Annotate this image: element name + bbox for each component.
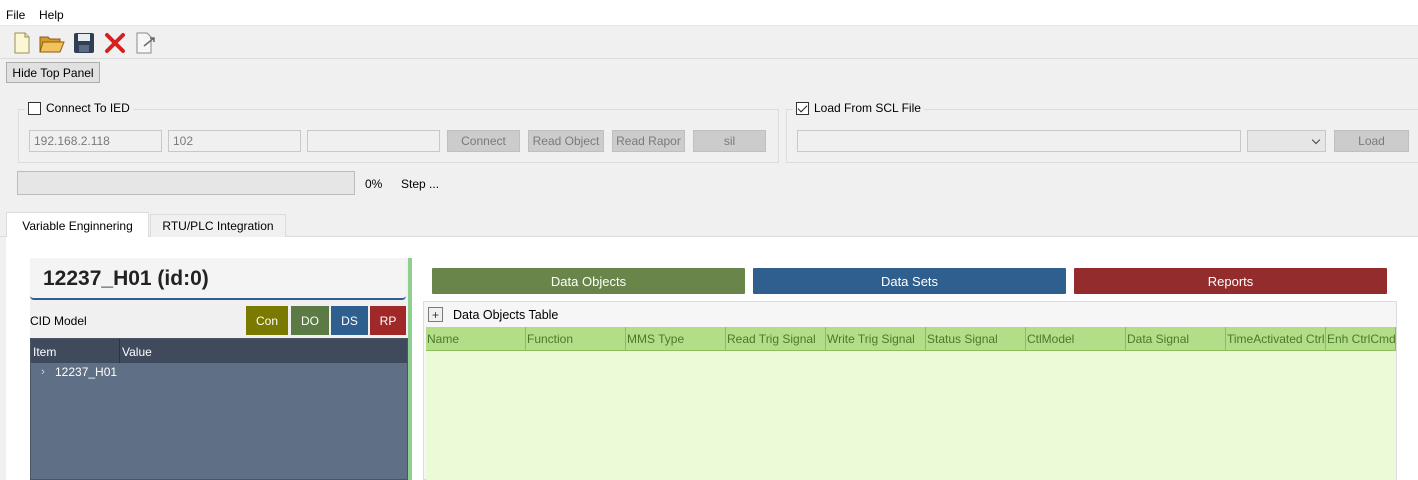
column-header[interactable]: Status Signal <box>926 327 1026 351</box>
progress-step: Step ... <box>401 177 440 191</box>
scl-path-input[interactable] <box>797 130 1241 152</box>
column-header[interactable]: Read Trig Signal <box>726 327 826 351</box>
new-file-icon[interactable] <box>9 30 35 56</box>
ip-address-input[interactable] <box>29 130 162 152</box>
toolbar <box>0 27 1418 59</box>
connect-title: Connect To IED <box>25 101 133 115</box>
data-objects-button[interactable]: Data Objects <box>432 268 745 294</box>
column-header[interactable]: Name <box>426 327 526 351</box>
tab-variable-engineering[interactable]: Variable Enginnering <box>6 212 149 238</box>
rp-button[interactable]: RP <box>370 306 406 335</box>
column-header[interactable]: Function <box>526 327 626 351</box>
reports-button[interactable]: Reports <box>1074 268 1387 294</box>
column-header[interactable]: Enh CtrlCmd <box>1326 327 1396 351</box>
menu-bar: File Help <box>0 0 1418 26</box>
data-objects-title: Data Objects Table <box>453 308 559 322</box>
menu-help[interactable]: Help <box>39 8 64 22</box>
panel-splitter[interactable] <box>408 258 412 480</box>
read-object-button[interactable]: Read Object <box>528 130 604 152</box>
column-header[interactable]: TimeActivated Ctrl <box>1226 327 1326 351</box>
column-header[interactable]: Data Signal <box>1126 327 1226 351</box>
scl-title: Load From SCL File <box>793 101 924 115</box>
data-objects-panel: + Data Objects Table Name Function MMS T… <box>423 301 1397 480</box>
data-objects-table[interactable]: Name Function MMS Type Read Trig Signal … <box>426 327 1396 480</box>
tree-header: Item Value <box>31 339 407 363</box>
load-button[interactable]: Load <box>1334 130 1409 152</box>
chevron-down-icon <box>1311 135 1321 145</box>
tree-row-label: 12237_H01 <box>55 365 118 379</box>
tree-col-value[interactable]: Value <box>122 345 152 359</box>
export-icon[interactable] <box>133 30 159 56</box>
cid-model-panel: 12237_H01 (id:0) CID Model Con DO DS RP … <box>30 258 408 480</box>
sil-button[interactable]: sil <box>693 130 766 152</box>
connect-title-label: Connect To IED <box>46 101 130 115</box>
tab-rtu-plc-integration[interactable]: RTU/PLC Integration <box>150 214 286 237</box>
ds-button[interactable]: DS <box>331 306 368 335</box>
port-input[interactable] <box>168 130 301 152</box>
column-header[interactable]: CtlModel <box>1026 327 1126 351</box>
chevron-right-icon[interactable]: › <box>31 366 55 378</box>
scl-title-label: Load From SCL File <box>814 101 921 115</box>
progress-percent: 0% <box>365 177 383 191</box>
save-icon[interactable] <box>71 30 97 56</box>
tree-col-item[interactable]: Item <box>33 345 56 359</box>
connect-checkbox[interactable] <box>28 101 41 115</box>
delete-icon[interactable] <box>102 30 128 56</box>
read-rapor-button[interactable]: Read Rapor <box>612 130 685 152</box>
device-header: 12237_H01 (id:0) <box>30 258 406 300</box>
hide-top-panel-button[interactable]: Hide Top Panel <box>6 62 100 83</box>
do-button[interactable]: DO <box>291 306 329 335</box>
column-header[interactable]: Write Trig Signal <box>826 327 926 351</box>
column-header[interactable]: MMS Type <box>626 327 726 351</box>
menu-file[interactable]: File <box>6 8 25 22</box>
scl-select[interactable] <box>1247 130 1326 152</box>
data-sets-button[interactable]: Data Sets <box>753 268 1066 294</box>
tree-col-divider <box>119 339 120 363</box>
progress-bar <box>17 171 355 195</box>
extra-input[interactable] <box>307 130 440 152</box>
connect-button[interactable]: Connect <box>447 130 520 152</box>
cid-model-label: CID Model <box>30 314 87 328</box>
expand-icon[interactable]: + <box>428 307 443 322</box>
cid-tree[interactable]: Item Value › 12237_H01 <box>30 338 408 480</box>
con-button[interactable]: Con <box>246 306 288 335</box>
scl-checkbox[interactable] <box>796 101 809 115</box>
open-folder-icon[interactable] <box>39 30 65 56</box>
tree-row[interactable]: › 12237_H01 <box>31 365 117 379</box>
